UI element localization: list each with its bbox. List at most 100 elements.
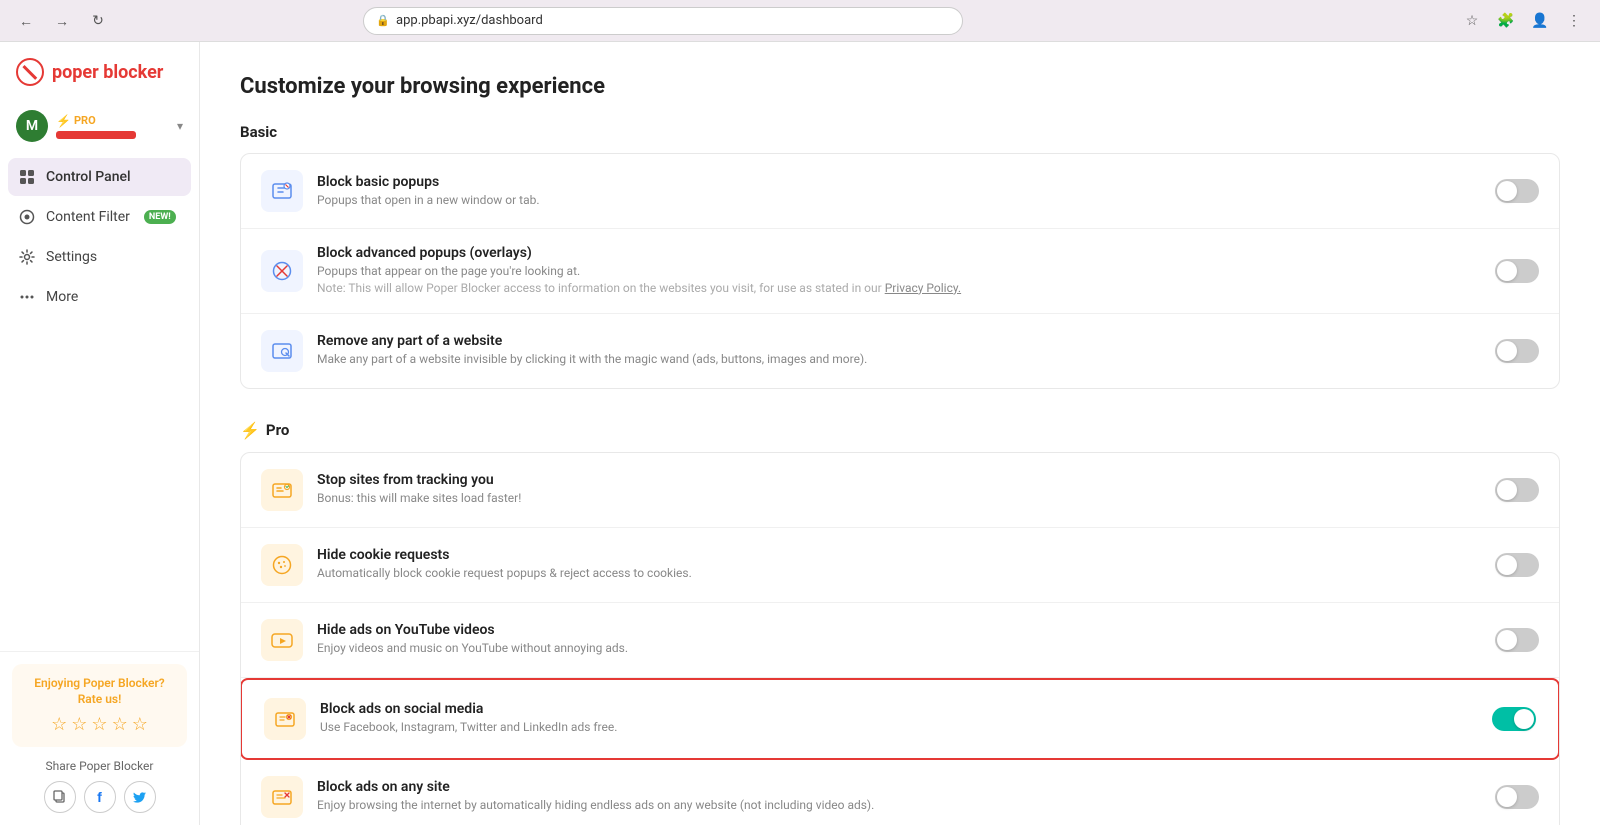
address-bar[interactable]: 🔒 app.pbapi.xyz/dashboard [363,7,963,35]
setting-text-block-advanced: Block advanced popups (overlays) Popups … [317,245,1481,297]
app-container: poper blocker M ⚡ PRO ▾ [0,42,1600,825]
star-2[interactable]: ☆ [71,714,87,735]
menu-button[interactable]: ⋮ [1560,7,1588,35]
setting-icon-block-social [264,698,306,740]
forward-button[interactable]: → [48,7,76,35]
setting-text-remove-part: Remove any part of a website Make any pa… [317,333,1481,368]
sidebar-item-more[interactable]: More [8,278,191,316]
setting-desc: Bonus: this will make sites load faster! [317,490,1481,507]
setting-row-hide-cookies: Hide cookie requests Automatically block… [241,528,1559,603]
user-info: ⚡ PRO [56,114,169,139]
sidebar: poper blocker M ⚡ PRO ▾ [0,42,200,825]
setting-text-block-any: Block ads on any site Enjoy browsing the… [317,779,1481,814]
twitter-share-button[interactable] [124,781,156,813]
setting-title: Block ads on social media [320,701,1478,717]
section-header-basic: Basic [240,123,1560,141]
setting-text-stop-tracking: Stop sites from tracking you Bonus: this… [317,472,1481,507]
setting-row-block-advanced-popups: Block advanced popups (overlays) Popups … [241,229,1559,314]
setting-icon-hide-cookies [261,544,303,586]
setting-desc: Popups that appear on the page you're lo… [317,263,1481,297]
share-title: Share Poper Blocker [12,759,187,773]
page-title: Customize your browsing experience [240,74,1560,99]
setting-desc: Automatically block cookie request popup… [317,565,1481,582]
pro-label: PRO [74,114,96,127]
share-section: Share Poper Blocker f [12,759,187,813]
sidebar-bottom: Enjoying Poper Blocker? Rate us! ☆ ☆ ☆ ☆… [0,651,199,825]
basic-settings-card: Block basic popups Popups that open in a… [240,153,1560,389]
toggle-stop-tracking[interactable] [1495,478,1539,502]
sidebar-item-label: Control Panel [46,169,131,185]
rate-card: Enjoying Poper Blocker? Rate us! ☆ ☆ ☆ ☆… [12,664,187,747]
setting-text-block-social: Block ads on social media Use Facebook, … [320,701,1478,736]
setting-icon-block-any [261,776,303,818]
more-icon [18,288,36,306]
star-4[interactable]: ☆ [112,714,128,735]
toggle-hide-cookies[interactable] [1495,553,1539,577]
reload-button[interactable]: ↻ [84,7,112,35]
profile-button[interactable]: 👤 [1526,7,1554,35]
setting-row-stop-tracking: Stop sites from tracking you Bonus: this… [241,453,1559,528]
sidebar-item-label: Settings [46,249,97,265]
toggle-block-any-site[interactable] [1495,785,1539,809]
share-buttons: f [12,781,187,813]
toggle-block-basic-popups[interactable] [1495,179,1539,203]
setting-text-block-basic: Block basic popups Popups that open in a… [317,174,1481,209]
browser-chrome: ← → ↻ 🔒 app.pbapi.xyz/dashboard ☆ 🧩 👤 ⋮ [0,0,1600,42]
pro-settings-card: Stop sites from tracking you Bonus: this… [240,452,1560,825]
sidebar-nav: Control Panel Content Filter NEW! [0,158,199,651]
copy-share-button[interactable] [44,781,76,813]
setting-row-remove-part: Remove any part of a website Make any pa… [241,314,1559,388]
section-header-pro: ⚡ Pro [240,421,1560,440]
setting-icon-hide-youtube [261,619,303,661]
lightning-icon: ⚡ [56,114,71,128]
lock-icon: 🔒 [376,14,390,27]
pro-section: ⚡ Pro Stop sites from tracki [240,421,1560,825]
setting-desc: Popups that open in a new window or tab. [317,192,1481,209]
setting-desc: Use Facebook, Instagram, Twitter and Lin… [320,719,1478,736]
main-content: Customize your browsing experience Basic [200,42,1600,825]
setting-title: Remove any part of a website [317,333,1481,349]
sidebar-item-control-panel[interactable]: Control Panel [8,158,191,196]
toggle-block-advanced-popups[interactable] [1495,259,1539,283]
url-text: app.pbapi.xyz/dashboard [396,13,543,28]
avatar: M [16,110,48,142]
setting-title: Stop sites from tracking you [317,472,1481,488]
star-5[interactable]: ☆ [132,714,148,735]
sidebar-item-settings[interactable]: Settings [8,238,191,276]
stars-row[interactable]: ☆ ☆ ☆ ☆ ☆ [24,714,175,735]
star-3[interactable]: ☆ [91,714,107,735]
setting-desc: Enjoy browsing the internet by automatic… [317,797,1481,814]
section-title-pro: Pro [266,421,289,439]
setting-desc: Enjoy videos and music on YouTube withou… [317,640,1481,657]
section-title-basic: Basic [240,123,277,141]
control-panel-icon [18,168,36,186]
setting-title: Hide cookie requests [317,547,1481,563]
back-button[interactable]: ← [12,7,40,35]
setting-title: Block basic popups [317,174,1481,190]
setting-title: Block ads on any site [317,779,1481,795]
star-1[interactable]: ☆ [51,714,67,735]
toggle-block-social-media[interactable] [1492,707,1536,731]
setting-title: Hide ads on YouTube videos [317,622,1481,638]
sidebar-item-label: More [46,289,78,305]
toggle-remove-part[interactable] [1495,339,1539,363]
setting-row-block-social: Block ads on social media Use Facebook, … [244,682,1556,756]
setting-text-hide-cookies: Hide cookie requests Automatically block… [317,547,1481,582]
toggle-hide-youtube[interactable] [1495,628,1539,652]
setting-icon-remove-part [261,330,303,372]
extension-button[interactable]: 🧩 [1492,7,1520,35]
setting-row-block-any-site: Block ads on any site Enjoy browsing the… [241,760,1559,825]
pro-lightning-icon: ⚡ [240,421,260,440]
setting-desc: Make any part of a website invisible by … [317,351,1481,368]
facebook-share-button[interactable]: f [84,781,116,813]
logo-icon [16,58,44,86]
bookmark-button[interactable]: ☆ [1458,7,1486,35]
content-filter-icon [18,208,36,226]
sidebar-logo: poper blocker [0,58,199,102]
browser-actions: ☆ 🧩 👤 ⋮ [1458,7,1588,35]
sidebar-item-content-filter[interactable]: Content Filter NEW! [8,198,191,236]
sidebar-user[interactable]: M ⚡ PRO ▾ [0,102,199,150]
setting-row-block-basic-popups: Block basic popups Popups that open in a… [241,154,1559,229]
logo-text: poper blocker [52,62,163,83]
basic-section: Basic Block basic popups [240,123,1560,389]
